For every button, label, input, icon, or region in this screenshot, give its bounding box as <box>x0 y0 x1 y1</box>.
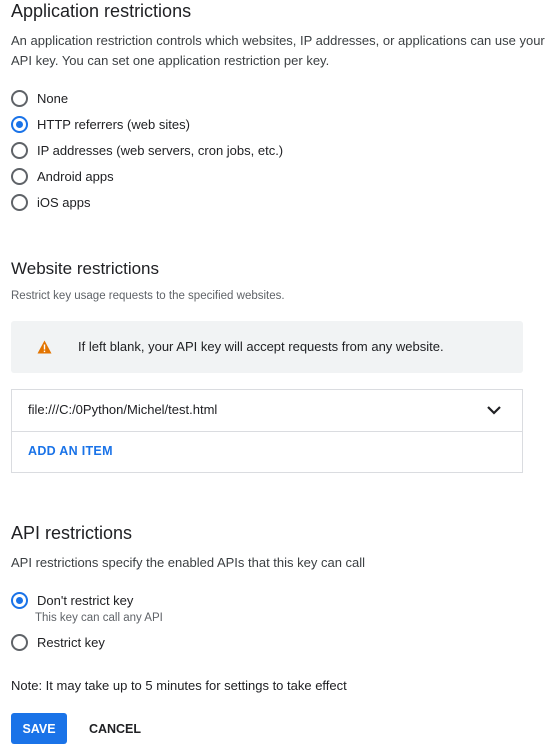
radio-ios-apps[interactable] <box>11 193 28 211</box>
add-item-button[interactable]: ADD AN ITEM <box>28 444 113 458</box>
app-restrictions-title: Application restrictions <box>11 1 192 21</box>
option-label: HTTP referrers (web sites) <box>37 116 190 132</box>
option-label: iOS apps <box>37 194 91 210</box>
option-label: Android apps <box>37 168 114 184</box>
settings-note: Note: It may take up to 5 minutes for se… <box>11 678 347 693</box>
referrer-value: file:///C:/0Python/Michel/test.html <box>28 402 218 417</box>
radio-ip-addresses[interactable] <box>11 141 28 159</box>
referrer-items-list: file:///C:/0Python/Michel/test.html ADD … <box>11 389 523 473</box>
warning-triangle-icon <box>37 340 52 359</box>
website-restrictions-description: Restrict key usage requests to the speci… <box>11 290 285 302</box>
warning-banner: If left blank, your API key will accept … <box>11 321 523 373</box>
app-restrictions-description: An application restriction controls whic… <box>11 31 545 71</box>
app-restrictions-description-line-2: API key. You can set one application res… <box>11 53 330 68</box>
radio-android-apps[interactable] <box>11 167 28 185</box>
option-sublabel: This key can call any API <box>35 612 163 624</box>
radio-none[interactable] <box>11 89 28 107</box>
app-restriction-option-ip-addresses[interactable]: IP addresses (web servers, cron jobs, et… <box>11 140 283 160</box>
option-label: IP addresses (web servers, cron jobs, et… <box>37 142 284 158</box>
app-restriction-option-android-apps[interactable]: Android apps <box>11 166 114 186</box>
app-restriction-option-ios-apps[interactable]: iOS apps <box>11 192 90 212</box>
chevron-down-icon[interactable] <box>486 403 502 421</box>
cancel-button[interactable]: CANCEL <box>80 713 150 744</box>
option-label: None <box>37 90 69 106</box>
radio-restrict-key[interactable] <box>11 633 28 651</box>
save-button[interactable]: SAVE <box>11 713 67 744</box>
website-restrictions-title: Website restrictions <box>11 259 160 278</box>
option-label: Restrict key <box>37 634 105 650</box>
api-restriction-option-dont-restrict[interactable]: Don't restrict key <box>11 590 133 610</box>
app-restrictions-description-line-1: An application restriction controls whic… <box>11 33 545 48</box>
api-restrictions-description: API restrictions specify the enabled API… <box>11 555 366 570</box>
list-item[interactable]: file:///C:/0Python/Michel/test.html <box>12 390 522 432</box>
option-label: Don't restrict key <box>37 592 134 608</box>
radio-dont-restrict[interactable] <box>11 591 28 609</box>
warning-text: If left blank, your API key will accept … <box>78 339 444 354</box>
radio-http-referrers[interactable] <box>11 115 28 133</box>
app-restriction-option-none[interactable]: None <box>11 88 68 108</box>
api-restriction-option-restrict[interactable]: Restrict key <box>11 632 105 652</box>
api-restrictions-title: API restrictions <box>11 523 133 543</box>
app-restriction-option-http-referrers[interactable]: HTTP referrers (web sites) <box>11 114 190 134</box>
